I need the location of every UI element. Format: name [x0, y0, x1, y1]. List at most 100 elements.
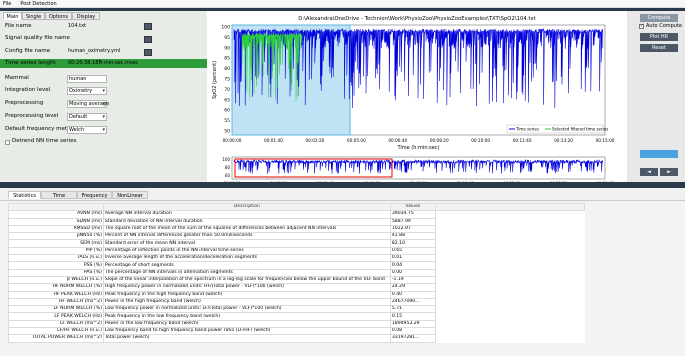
signal-quality-browse-button[interactable]	[144, 36, 152, 43]
compute-button[interactable]: Compute	[640, 14, 678, 22]
plot-hr-button[interactable]: Plot HR	[640, 33, 678, 41]
value-cell: 1022.97	[389, 224, 436, 234]
legend-selected-label: Selected filtered time series	[552, 127, 608, 132]
file-browse-button[interactable]	[144, 23, 152, 30]
description-cell: The percentage of NN intervals in altern…	[102, 268, 391, 277]
description-cell: Power in the high frequency band (welch)	[102, 297, 391, 307]
value-cell: 0.01	[389, 254, 436, 263]
y-tick-label: 90	[224, 45, 230, 51]
menu-post-detection[interactable]: Post Detection	[20, 1, 56, 7]
tab-nonlinear[interactable]: NonLinear	[112, 191, 148, 199]
config-browse-button[interactable]	[144, 49, 152, 56]
legend-series-label: Time series	[515, 127, 539, 132]
table-row[interactable]: HF NORM WELCH (%) High frequency power in…	[8, 283, 585, 292]
tab-time[interactable]: Time	[41, 191, 77, 199]
x-tick-label: 00:03:20	[305, 138, 324, 143]
right-panel: Compute ✓ Auto Compute Plot HR Reset ◄ ►	[627, 11, 685, 182]
reset-button[interactable]: Reset	[640, 44, 678, 52]
config-label: Config file name	[5, 48, 51, 54]
value-cell: 5.71	[389, 305, 436, 314]
table-row[interactable]: RMSSD (ms) The square root of the mean of…	[8, 224, 585, 234]
signal-chart[interactable]: 100 95 90 85 80 75 70 65 60 55 50 00:00:00 00:01:40 0…	[207, 11, 627, 182]
overview-y-tick-label: 80	[225, 165, 231, 170]
time-series-length-value: 00:26:38.187	[68, 60, 102, 66]
table-row[interactable]: LF/HF WELCH (n.u.) Low frequency band to …	[8, 327, 585, 336]
config-value: human_oximetry.yml	[68, 48, 121, 54]
table-row[interactable]: PAS (%) The percentage of NN intervals in…	[8, 268, 585, 277]
table-row[interactable]: IALS (n.u.) Inverse average length of the…	[8, 254, 585, 263]
tab-single[interactable]: Single	[22, 12, 45, 20]
measure-cell: SEM (ms)	[8, 239, 104, 248]
measure-cell: TOTAL POWER WELCH (ms^2)	[8, 334, 104, 343]
value-cell: 0.04	[389, 261, 436, 270]
integration-level-select[interactable]: Oximetry	[67, 87, 107, 95]
table-row[interactable]: TOTAL POWER WELCH (ms^2) Total power (wel…	[8, 334, 585, 343]
description-cell: Low frequency power in normalized units:…	[102, 305, 391, 314]
tab-main[interactable]: Main	[3, 12, 22, 20]
description-cell: Peak frequency in the high frequency ban…	[102, 290, 391, 299]
measure-cell: LF NORM WELCH (%)	[8, 305, 104, 314]
x-tick-label: 00:01:40	[264, 138, 283, 143]
value-cell: -1.19	[389, 275, 436, 285]
description-cell: Percent of NN interval differences great…	[102, 232, 391, 241]
time-series-length-unit: h:min:sec.msec	[99, 60, 139, 66]
default-frequency-select[interactable]: Welch	[67, 126, 107, 134]
table-row[interactable]: LF PEAK WELCH (Hz) Peak frequency in the …	[8, 312, 585, 321]
overview-y-tick-label: 60	[225, 173, 231, 178]
y-tick-label: 50	[224, 129, 230, 135]
mammal-field[interactable]: human	[67, 75, 107, 83]
measure-cell: pNN50 (%)	[8, 232, 104, 241]
preprocessing-select[interactable]: Moving average	[67, 100, 109, 108]
next-window-button[interactable]: ►	[660, 168, 678, 176]
description-cell: Slope of the linear interpolation of the…	[102, 275, 391, 285]
table-row[interactable]: pNN50 (%) Percent of NN interval differen…	[8, 232, 585, 241]
table-row[interactable]: SEM (ms) Standard error of the mean NN in…	[8, 239, 585, 248]
integration-level-label: Integration level	[5, 87, 51, 93]
description-cell: Power in the low frequency band (welch)	[102, 319, 391, 329]
tab-frequency[interactable]: Frequency	[77, 191, 112, 199]
table-row[interactable]: HF PEAK WELCH (Hz) Peak frequency in the …	[8, 290, 585, 299]
x-tick-label: 00:15:00	[596, 138, 615, 143]
y-tick-label: 55	[224, 118, 230, 124]
table-row[interactable]: AVNN (ms) Average NN interval duration 390…	[8, 210, 585, 219]
table-row[interactable]: LF NORM WELCH (%) Low frequency power in …	[8, 305, 585, 314]
tab-display[interactable]: Display	[72, 12, 100, 20]
value-cell: 1894953.29	[389, 319, 436, 329]
table-row[interactable]: PSS (%) Percentage of short segments 0.04	[8, 261, 585, 270]
signal-quality-label: Signal quality file name	[5, 35, 70, 41]
detrend-checkbox[interactable]	[5, 140, 10, 145]
table-row[interactable]: β WELCH (n.u.) Slope of the linear interp…	[8, 275, 585, 285]
description-cell: Inverse average length of the accelerati…	[102, 254, 391, 263]
preprocessing-level-select[interactable]: Default	[67, 113, 107, 121]
prev-window-button[interactable]: ◄	[640, 168, 658, 176]
measure-cell: LF/HF WELCH (n.u.)	[8, 327, 104, 336]
table-row[interactable]: PIP (%) Percentage of inflection points i…	[8, 246, 585, 256]
table-row[interactable]: HF WELCH (ms^2) Power in the high frequen…	[8, 297, 585, 307]
value-cell: 0.00	[389, 268, 436, 277]
measure-cell: PIP (%)	[8, 246, 104, 256]
measure-cell: PAS (%)	[8, 268, 104, 277]
value-cell: 82.10	[389, 239, 436, 248]
measure-cell: HF NORM WELCH (%)	[8, 283, 104, 292]
x-axis-label: Time (h:min:sec)	[396, 145, 439, 151]
table-row[interactable]: LF WELCH (ms^2) Power in the low frequenc…	[8, 319, 585, 329]
tab-options[interactable]: Options	[45, 12, 72, 20]
detrend-label: Detrend NN time series	[12, 138, 77, 144]
value-cell: 33197281...	[389, 334, 436, 343]
description-cell: Peak frequency in the low frequency band…	[102, 312, 391, 321]
description-cell: Average NN interval duration	[102, 210, 391, 219]
value-cell: 24677090...	[389, 297, 436, 307]
table-row[interactable]: SDNN (ms) Standard deviation of NN interv…	[8, 217, 585, 226]
menu-file[interactable]: File	[3, 1, 11, 7]
menu-bar: File Post Detection	[0, 0, 685, 8]
auto-compute-checkbox[interactable]: ✓	[639, 24, 644, 29]
file-name-label: File name	[5, 23, 32, 29]
description-header: Description	[102, 202, 391, 212]
x-tick-label: 00:06:40	[388, 138, 407, 143]
description-cell: Percentage of inflection points in the N…	[102, 246, 391, 256]
window-length-field[interactable]	[640, 150, 678, 158]
measure-cell: AVNN (ms)	[8, 210, 104, 219]
measure-cell: HF WELCH (ms^2)	[8, 297, 104, 307]
statistics-panel: Description Values AVNN (ms) Average NN i…	[0, 200, 685, 356]
tab-statistics[interactable]: Statistics	[8, 191, 41, 199]
